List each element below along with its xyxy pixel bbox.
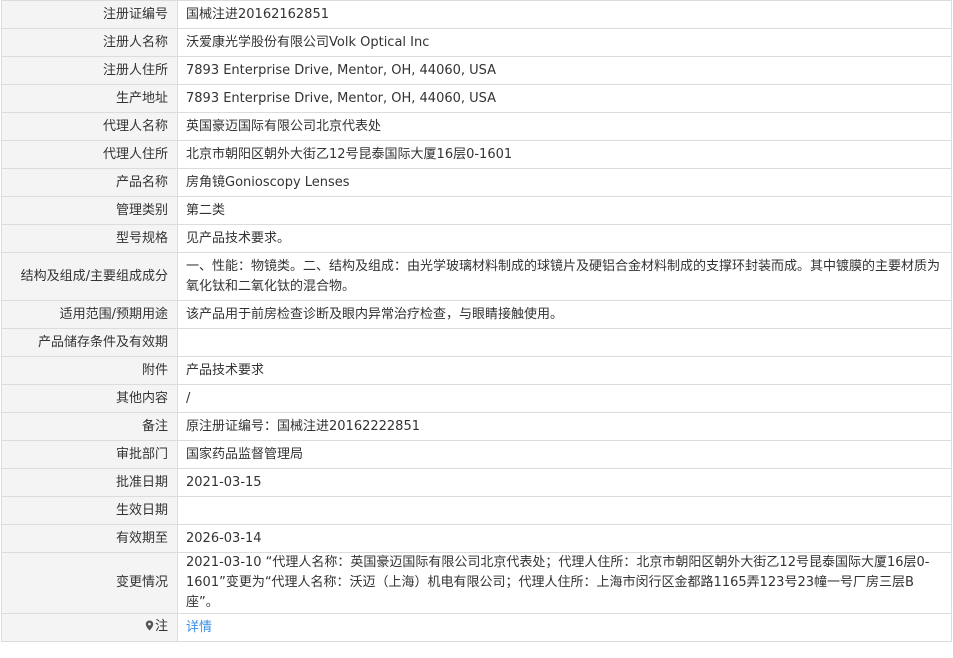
row-label: 注册人名称	[1, 28, 178, 57]
row-value: 北京市朝阳区朝外大街乙12号昆泰国际大厦16层0-1601	[177, 140, 952, 169]
row-value: 7893 Enterprise Drive, Mentor, OH, 44060…	[177, 84, 952, 113]
table-row: 产品储存条件及有效期	[1, 328, 952, 357]
table-row: 代理人住所 北京市朝阳区朝外大街乙12号昆泰国际大厦16层0-1601	[1, 140, 952, 169]
row-label: 注册人住所	[1, 56, 178, 85]
row-value: 国家药品监督管理局	[177, 440, 952, 469]
row-value: 原注册证编号：国械注进20162222851	[177, 412, 952, 441]
row-value: 7893 Enterprise Drive, Mentor, OH, 44060…	[177, 56, 952, 85]
row-value	[177, 328, 952, 357]
row-value: 沃爱康光学股份有限公司Volk Optical Inc	[177, 28, 952, 57]
row-label: 生效日期	[1, 496, 178, 525]
row-label: 产品名称	[1, 168, 178, 197]
row-label: 审批部门	[1, 440, 178, 469]
details-link[interactable]: 详情	[186, 620, 212, 635]
table-row: 生产地址 7893 Enterprise Drive, Mentor, OH, 4…	[1, 84, 952, 113]
table-row: 注册人住所 7893 Enterprise Drive, Mentor, OH, …	[1, 56, 952, 85]
note-label-cell: 注	[1, 613, 178, 642]
note-value: 详情	[177, 613, 952, 642]
row-label: 备注	[1, 412, 178, 441]
row-label: 管理类别	[1, 196, 178, 225]
registration-detail-table: 注册证编号 国械注进20162162851 注册人名称 沃爱康光学股份有限公司Vol…	[1, 0, 952, 642]
row-value: 第二类	[177, 196, 952, 225]
table-row: 变更情况 2021-03-10 “代理人名称：英国豪迈国际有限公司北京代表处；代理…	[1, 552, 952, 614]
row-value: 2026-03-14	[177, 524, 952, 553]
row-label: 适用范围/预期用途	[1, 300, 178, 329]
row-label: 注册证编号	[1, 0, 178, 29]
row-label: 其他内容	[1, 384, 178, 413]
table-row: 有效期至 2026-03-14	[1, 524, 952, 553]
row-label: 有效期至	[1, 524, 178, 553]
map-pin-icon	[145, 618, 154, 638]
row-value	[177, 496, 952, 525]
row-value: 2021-03-15	[177, 468, 952, 497]
row-label: 代理人名称	[1, 112, 178, 141]
table-row: 适用范围/预期用途 该产品用于前房检查诊断及眼内异常治疗检查，与眼睛接触使用。	[1, 300, 952, 329]
row-label: 生产地址	[1, 84, 178, 113]
table-row: 批准日期 2021-03-15	[1, 468, 952, 497]
table-row: 注册证编号 国械注进20162162851	[1, 0, 952, 29]
row-label: 型号规格	[1, 224, 178, 253]
table-row: 结构及组成/主要组成成分 一、性能：物镜类。二、结构及组成：由光学玻璃材料制成的球…	[1, 252, 952, 301]
table-row: 其他内容 /	[1, 384, 952, 413]
note-label: 注	[154, 619, 168, 634]
row-label: 批准日期	[1, 468, 178, 497]
table-row: 附件 产品技术要求	[1, 356, 952, 385]
table-row: 注册人名称 沃爱康光学股份有限公司Volk Optical Inc	[1, 28, 952, 57]
table-row: 管理类别 第二类	[1, 196, 952, 225]
row-value: 英国豪迈国际有限公司北京代表处	[177, 112, 952, 141]
row-value: 房角镜Gonioscopy Lenses	[177, 168, 952, 197]
row-value: 一、性能：物镜类。二、结构及组成：由光学玻璃材料制成的球镜片及硬铝合金材料制成的…	[177, 252, 952, 301]
row-value: 国械注进20162162851	[177, 0, 952, 29]
table-row: 生效日期	[1, 496, 952, 525]
table-row: 型号规格 见产品技术要求。	[1, 224, 952, 253]
row-value: 2021-03-10 “代理人名称：英国豪迈国际有限公司北京代表处；代理人住所：…	[177, 552, 952, 614]
table-row: 产品名称 房角镜Gonioscopy Lenses	[1, 168, 952, 197]
row-value: 产品技术要求	[177, 356, 952, 385]
row-value: 见产品技术要求。	[177, 224, 952, 253]
row-label: 代理人住所	[1, 140, 178, 169]
row-value: 该产品用于前房检查诊断及眼内异常治疗检查，与眼睛接触使用。	[177, 300, 952, 329]
table-row: 审批部门 国家药品监督管理局	[1, 440, 952, 469]
row-label: 变更情况	[1, 552, 178, 614]
row-label: 结构及组成/主要组成成分	[1, 252, 178, 301]
table-row: 代理人名称 英国豪迈国际有限公司北京代表处	[1, 112, 952, 141]
table-row: 备注 原注册证编号：国械注进20162222851	[1, 412, 952, 441]
note-row: 注 详情	[1, 613, 952, 642]
row-label: 产品储存条件及有效期	[1, 328, 178, 357]
row-value: /	[177, 384, 952, 413]
row-label: 附件	[1, 356, 178, 385]
